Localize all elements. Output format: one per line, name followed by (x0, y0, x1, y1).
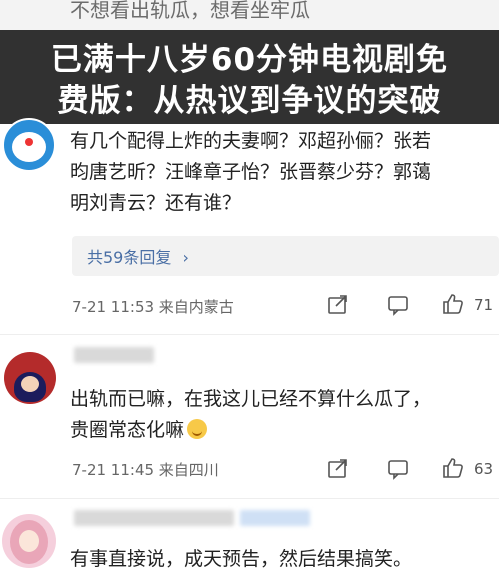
comment-2-line-1: 出轨而已嘛，在我这儿已经不算什么瓜了， (70, 388, 432, 410)
comment-1-line-1: 有几个配得上炸的夫妻啊？邓超孙俪？张若 (70, 130, 432, 152)
blurred-username (74, 347, 154, 363)
avatar[interactable] (2, 118, 56, 172)
blurred-username (74, 510, 234, 526)
comment-1-meta: 7-21 11:53 来自内蒙古 (72, 298, 234, 316)
divider (0, 498, 499, 499)
comment-2-line-2: 贵圈常态化嘛 (70, 415, 208, 446)
comment-icon[interactable] (386, 293, 410, 317)
view-replies-button[interactable]: 共59条回复 › (72, 236, 499, 276)
headline-line-1: 已满十八岁60分钟电视剧免 (50, 42, 449, 78)
avatar[interactable] (4, 352, 56, 404)
blurred-badge (240, 510, 310, 526)
comment-1-line-3: 明刘青云？还有谁？ (70, 192, 242, 214)
comment-3-line-1: 有事直接说，成天预告，然后结果搞笑。 (70, 548, 413, 570)
like-count: 71 (474, 296, 494, 314)
chevron-right-icon: › (182, 248, 189, 267)
share-icon[interactable] (326, 293, 350, 317)
comment-2-meta: 7-21 11:45 来自四川 (72, 461, 219, 479)
comment-1-line-2: 昀唐艺昕？汪峰章子怡？张晋蔡少芬？郭蔼 (70, 161, 432, 183)
laugh-emoji-icon (187, 419, 208, 439)
share-icon[interactable] (326, 457, 350, 481)
avatar[interactable] (2, 514, 56, 568)
like-icon[interactable] (441, 456, 465, 480)
like-count: 63 (474, 460, 494, 478)
previous-comment-strip: 不想看出轨瓜，想看坐牢瓜 (0, 0, 499, 30)
replies-label: 共59条回复 (87, 248, 172, 267)
previous-comment-text: 不想看出轨瓜，想看坐牢瓜 (70, 0, 310, 22)
headline-line-2: 费版：从热议到争议的突破 (57, 83, 442, 119)
divider (0, 334, 499, 335)
comment-icon[interactable] (386, 457, 410, 481)
like-icon[interactable] (441, 292, 465, 316)
headline-banner: 已满十八岁60分钟电视剧免 费版：从热议到争议的突破 (0, 30, 499, 124)
